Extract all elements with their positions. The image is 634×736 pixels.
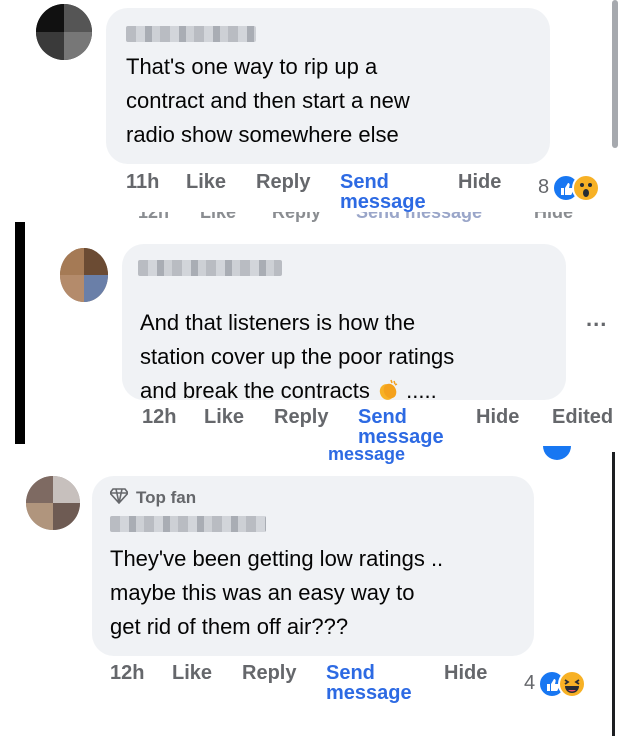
reply-link[interactable]: Reply xyxy=(256,171,310,194)
like-link[interactable]: Like xyxy=(204,406,244,429)
comment-2: And that listeners is how the station co… xyxy=(0,222,634,450)
haha-icon xyxy=(558,670,586,698)
comment-actions: 12h Like Reply Send message Hide Edited xyxy=(0,404,634,450)
top-fan-badge: Top fan xyxy=(136,488,197,507)
comment-bubble: Top fan They've been getting low ratings… xyxy=(92,476,534,656)
like-link[interactable]: Like xyxy=(172,662,212,685)
more-options-button[interactable]: ... xyxy=(586,306,607,332)
blurred-author-name[interactable] xyxy=(138,260,282,276)
avatar[interactable] xyxy=(60,248,108,302)
timestamp[interactable]: 11h xyxy=(126,171,159,194)
comment-text: They've been getting low ratings .. mayb… xyxy=(110,546,444,639)
comment-3: Top fan They've been getting low ratings… xyxy=(0,452,634,736)
reactions-summary[interactable]: 4 xyxy=(524,668,604,700)
avatar[interactable] xyxy=(26,476,80,530)
hide-link[interactable]: Hide xyxy=(458,171,501,194)
send-message-link[interactable]: Send message xyxy=(358,407,444,447)
comment-text: That's one way to rip up a contract and … xyxy=(126,54,410,147)
comment-text: And that listeners is how the station co… xyxy=(140,310,455,403)
reply-link[interactable]: Reply xyxy=(242,662,296,685)
top-fan-icon xyxy=(108,488,130,509)
scrollbar[interactable] xyxy=(612,0,618,148)
edited-label: Edited xyxy=(552,406,614,428)
hide-link[interactable]: Hide xyxy=(444,662,487,685)
blurred-author-name[interactable] xyxy=(110,516,266,532)
reply-link[interactable]: Reply xyxy=(274,406,328,429)
comment-bubble: That's one way to rip up a contract and … xyxy=(106,8,550,164)
like-link[interactable]: Like xyxy=(186,171,226,194)
blurred-author-name[interactable] xyxy=(126,26,256,42)
hide-link[interactable]: Hide xyxy=(476,406,519,429)
send-message-link[interactable]: Send message xyxy=(340,172,426,212)
send-message-link[interactable]: Send message xyxy=(326,663,412,703)
reaction-count: 8 xyxy=(538,176,550,198)
comment-1: That's one way to rip up a contract and … xyxy=(0,0,634,222)
timestamp[interactable]: 12h xyxy=(142,406,176,429)
clapping-hands-icon xyxy=(376,378,400,402)
reaction-count: 4 xyxy=(524,672,536,694)
avatar[interactable] xyxy=(36,4,92,60)
timestamp[interactable]: 12h xyxy=(110,662,144,685)
wow-icon xyxy=(572,174,600,202)
reactions-summary[interactable]: 8 xyxy=(538,172,618,204)
comment-bubble: And that listeners is how the station co… xyxy=(122,244,566,403)
